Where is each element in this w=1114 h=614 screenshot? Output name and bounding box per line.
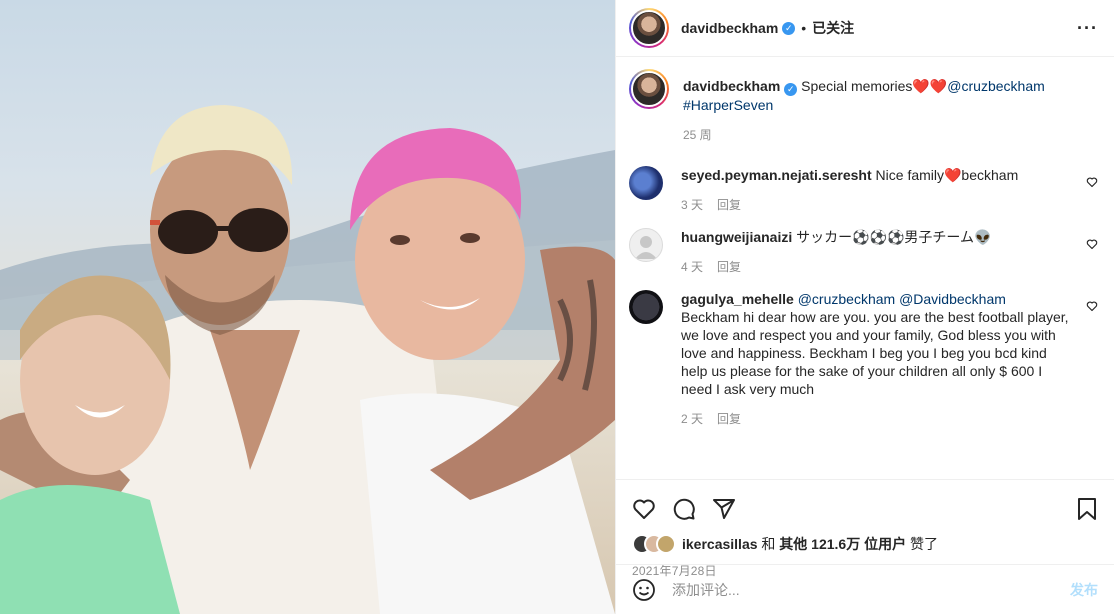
reply-button[interactable]: 回复 [717, 198, 741, 212]
author-username[interactable]: davidbeckham [681, 20, 778, 36]
caption-username[interactable]: davidbeckham [683, 78, 780, 94]
comment-time[interactable]: 3 天 [681, 198, 703, 212]
follow-button[interactable]: 已关注 [812, 18, 854, 38]
comment-text: Beckham hi dear how are you. you are the… [681, 309, 1069, 397]
more-options-icon[interactable]: ··· [1077, 18, 1098, 39]
likes-count[interactable]: 其他 121.6万 位用户 [779, 536, 906, 552]
likes-connector: 和 [761, 536, 776, 552]
caption-mention[interactable]: @cruzbeckham [947, 78, 1044, 94]
likes-summary: ikercasillas 和 其他 121.6万 位用户 赞了 [632, 534, 1098, 554]
separator-dot: • [801, 20, 807, 36]
comment-mentions[interactable]: @cruzbeckham @Davidbeckham [798, 291, 1006, 307]
comment-like-icon[interactable] [1086, 176, 1098, 188]
commenter-avatar[interactable] [629, 166, 663, 200]
comment-username[interactable]: gagulya_mehelle [681, 291, 794, 307]
comment-input[interactable] [672, 581, 1070, 598]
caption-hashtag[interactable]: #HarperSeven [683, 97, 773, 113]
post-photo[interactable] [0, 0, 615, 614]
comment-username[interactable]: huangweijianaizi [681, 229, 792, 245]
emoji-icon[interactable] [632, 578, 656, 602]
comments-list[interactable]: davidbeckham ✓ Special memories❤️❤️@cruzb… [616, 57, 1114, 479]
commenter-avatar[interactable] [629, 228, 663, 262]
comment-time[interactable]: 4 天 [681, 260, 703, 274]
comment-text: Nice family❤️beckham [875, 167, 1019, 183]
comment-icon[interactable] [672, 497, 696, 521]
post-button[interactable]: 发布 [1070, 580, 1098, 600]
likes-suffix: 赞了 [910, 536, 939, 552]
reply-button[interactable]: 回复 [717, 412, 741, 426]
add-comment-bar: 发布 [616, 564, 1114, 614]
send-icon[interactable] [712, 497, 736, 521]
bookmark-icon[interactable] [1076, 497, 1098, 521]
caption-avatar[interactable] [629, 69, 669, 109]
comment-item: seyed.peyman.nejati.seresht Nice family❤… [629, 166, 1098, 214]
reply-button[interactable]: 回复 [717, 260, 741, 274]
post-header: davidbeckham ✓ • 已关注 ··· [616, 0, 1114, 57]
author-avatar[interactable] [629, 8, 669, 48]
comment-like-icon[interactable] [1086, 300, 1098, 312]
comment-item: huangweijianaizi サッカー⚽⚽⚽男子チーム👽 4 天回复 [629, 228, 1098, 276]
heart-icon[interactable] [632, 497, 656, 521]
verified-badge-icon: ✓ [782, 21, 796, 35]
post-photo-illustration [0, 105, 615, 614]
comment-text: サッカー⚽⚽⚽男子チーム👽 [796, 229, 992, 245]
verified-badge-icon: ✓ [784, 83, 798, 96]
comment-item: gagulya_mehelle @cruzbeckham @Davidbeckh… [629, 290, 1098, 428]
post-side-panel: davidbeckham ✓ • 已关注 ··· davidbeckham ✓ S… [615, 0, 1114, 614]
caption-text: Special memories [801, 78, 913, 94]
caption: davidbeckham ✓ Special memories❤️❤️@cruzb… [629, 69, 1098, 144]
comment-time[interactable]: 2 天 [681, 412, 703, 426]
commenter-avatar[interactable] [629, 290, 663, 324]
caption-hearts: ❤️❤️ [912, 78, 948, 94]
caption-time[interactable]: 25 周 [683, 128, 712, 142]
comment-username[interactable]: seyed.peyman.nejati.seresht [681, 167, 872, 183]
liker-username[interactable]: ikercasillas [682, 536, 758, 552]
liker-avatar [656, 534, 676, 554]
comment-like-icon[interactable] [1086, 238, 1098, 250]
